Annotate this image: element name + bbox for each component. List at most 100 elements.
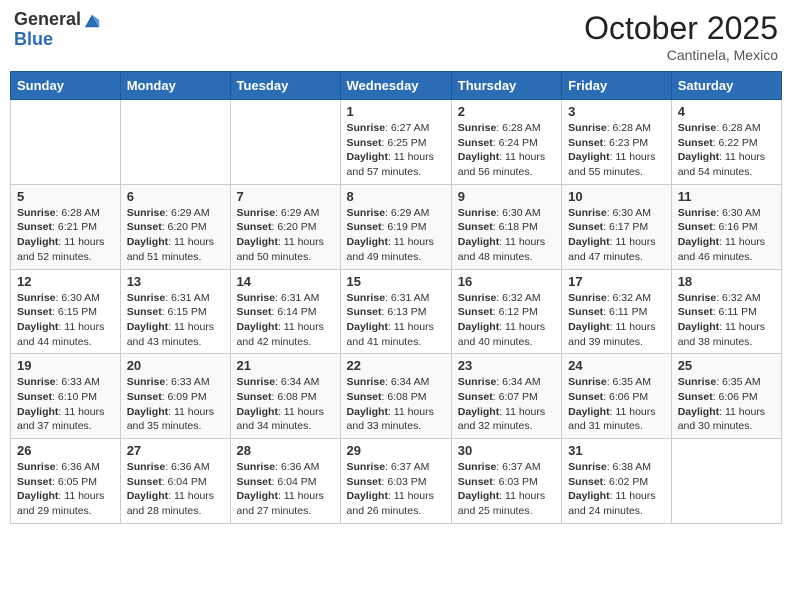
day-number: 3 xyxy=(568,104,665,119)
logo-general-text: General xyxy=(14,10,81,30)
calendar-cell: 14 Sunrise: 6:31 AMSunset: 6:14 PMDayligh… xyxy=(230,269,340,354)
day-number: 1 xyxy=(347,104,445,119)
day-info: Sunrise: 6:31 AMSunset: 6:13 PMDaylight:… xyxy=(347,291,445,350)
day-number: 17 xyxy=(568,274,665,289)
day-info: Sunrise: 6:34 AMSunset: 6:07 PMDaylight:… xyxy=(458,375,555,434)
day-info: Sunrise: 6:29 AMSunset: 6:20 PMDaylight:… xyxy=(127,206,224,265)
calendar-cell: 10 Sunrise: 6:30 AMSunset: 6:17 PMDayligh… xyxy=(562,184,672,269)
calendar-cell: 23 Sunrise: 6:34 AMSunset: 6:07 PMDayligh… xyxy=(451,354,561,439)
day-number: 9 xyxy=(458,189,555,204)
calendar-cell xyxy=(230,100,340,185)
calendar-week-4: 19 Sunrise: 6:33 AMSunset: 6:10 PMDayligh… xyxy=(11,354,782,439)
day-info: Sunrise: 6:37 AMSunset: 6:03 PMDaylight:… xyxy=(347,460,445,519)
calendar-week-1: 1 Sunrise: 6:27 AMSunset: 6:25 PMDaylight… xyxy=(11,100,782,185)
month-title: October 2025 xyxy=(584,10,778,47)
calendar-cell: 20 Sunrise: 6:33 AMSunset: 6:09 PMDayligh… xyxy=(120,354,230,439)
day-info: Sunrise: 6:33 AMSunset: 6:10 PMDaylight:… xyxy=(17,375,114,434)
calendar-cell: 4 Sunrise: 6:28 AMSunset: 6:22 PMDaylight… xyxy=(671,100,781,185)
page-header: General Blue October 2025 Cantinela, Mex… xyxy=(10,10,782,63)
day-info: Sunrise: 6:35 AMSunset: 6:06 PMDaylight:… xyxy=(678,375,775,434)
day-number: 31 xyxy=(568,443,665,458)
column-header-wednesday: Wednesday xyxy=(340,72,451,100)
day-number: 28 xyxy=(237,443,334,458)
day-number: 22 xyxy=(347,358,445,373)
title-block: October 2025 Cantinela, Mexico xyxy=(584,10,778,63)
calendar-cell: 26 Sunrise: 6:36 AMSunset: 6:05 PMDayligh… xyxy=(11,439,121,524)
day-number: 11 xyxy=(678,189,775,204)
day-info: Sunrise: 6:34 AMSunset: 6:08 PMDaylight:… xyxy=(347,375,445,434)
calendar-cell: 30 Sunrise: 6:37 AMSunset: 6:03 PMDayligh… xyxy=(451,439,561,524)
calendar-cell: 9 Sunrise: 6:30 AMSunset: 6:18 PMDaylight… xyxy=(451,184,561,269)
day-number: 20 xyxy=(127,358,224,373)
day-info: Sunrise: 6:27 AMSunset: 6:25 PMDaylight:… xyxy=(347,121,445,180)
calendar-cell: 31 Sunrise: 6:38 AMSunset: 6:02 PMDayligh… xyxy=(562,439,672,524)
day-number: 26 xyxy=(17,443,114,458)
calendar-cell: 8 Sunrise: 6:29 AMSunset: 6:19 PMDaylight… xyxy=(340,184,451,269)
day-info: Sunrise: 6:29 AMSunset: 6:19 PMDaylight:… xyxy=(347,206,445,265)
day-info: Sunrise: 6:30 AMSunset: 6:15 PMDaylight:… xyxy=(17,291,114,350)
day-number: 16 xyxy=(458,274,555,289)
day-number: 21 xyxy=(237,358,334,373)
logo-icon xyxy=(83,11,101,29)
day-info: Sunrise: 6:28 AMSunset: 6:23 PMDaylight:… xyxy=(568,121,665,180)
calendar-header-row: SundayMondayTuesdayWednesdayThursdayFrid… xyxy=(11,72,782,100)
day-number: 7 xyxy=(237,189,334,204)
calendar-cell: 22 Sunrise: 6:34 AMSunset: 6:08 PMDayligh… xyxy=(340,354,451,439)
day-number: 24 xyxy=(568,358,665,373)
calendar-week-2: 5 Sunrise: 6:28 AMSunset: 6:21 PMDaylight… xyxy=(11,184,782,269)
day-number: 18 xyxy=(678,274,775,289)
calendar-cell: 12Sunrise: 6:30 AMSunset: 6:15 PMDayligh… xyxy=(11,269,121,354)
day-info: Sunrise: 6:29 AMSunset: 6:20 PMDaylight:… xyxy=(237,206,334,265)
day-number: 30 xyxy=(458,443,555,458)
day-info: Sunrise: 6:32 AMSunset: 6:11 PMDaylight:… xyxy=(678,291,775,350)
day-info: Sunrise: 6:38 AMSunset: 6:02 PMDaylight:… xyxy=(568,460,665,519)
calendar-table: SundayMondayTuesdayWednesdayThursdayFrid… xyxy=(10,71,782,524)
day-info: Sunrise: 6:34 AMSunset: 6:08 PMDaylight:… xyxy=(237,375,334,434)
day-info: Sunrise: 6:32 AMSunset: 6:12 PMDaylight:… xyxy=(458,291,555,350)
day-number: 25 xyxy=(678,358,775,373)
column-header-thursday: Thursday xyxy=(451,72,561,100)
day-number: 14 xyxy=(237,274,334,289)
day-info: Sunrise: 6:33 AMSunset: 6:09 PMDaylight:… xyxy=(127,375,224,434)
day-info: Sunrise: 6:30 AMSunset: 6:18 PMDaylight:… xyxy=(458,206,555,265)
calendar-cell: 2Sunrise: 6:28 AMSunset: 6:24 PMDaylight… xyxy=(451,100,561,185)
day-number: 23 xyxy=(458,358,555,373)
calendar-week-5: 26 Sunrise: 6:36 AMSunset: 6:05 PMDayligh… xyxy=(11,439,782,524)
logo: General Blue xyxy=(14,10,101,50)
day-info: Sunrise: 6:28 AMSunset: 6:22 PMDaylight:… xyxy=(678,121,775,180)
day-number: 15 xyxy=(347,274,445,289)
day-info: Sunrise: 6:36 AMSunset: 6:05 PMDaylight:… xyxy=(17,460,114,519)
day-info: Sunrise: 6:30 AMSunset: 6:17 PMDaylight:… xyxy=(568,206,665,265)
logo-blue-text: Blue xyxy=(14,30,101,50)
day-number: 10 xyxy=(568,189,665,204)
calendar-cell: 25 Sunrise: 6:35 AMSunset: 6:06 PMDayligh… xyxy=(671,354,781,439)
column-header-tuesday: Tuesday xyxy=(230,72,340,100)
day-info: Sunrise: 6:37 AMSunset: 6:03 PMDaylight:… xyxy=(458,460,555,519)
calendar-cell: 5 Sunrise: 6:28 AMSunset: 6:21 PMDaylight… xyxy=(11,184,121,269)
calendar-cell: 13Sunrise: 6:31 AMSunset: 6:15 PMDayligh… xyxy=(120,269,230,354)
calendar-cell: 16 Sunrise: 6:32 AMSunset: 6:12 PMDayligh… xyxy=(451,269,561,354)
calendar-cell: 1 Sunrise: 6:27 AMSunset: 6:25 PMDaylight… xyxy=(340,100,451,185)
day-info: Sunrise: 6:32 AMSunset: 6:11 PMDaylight:… xyxy=(568,291,665,350)
calendar-cell: 24 Sunrise: 6:35 AMSunset: 6:06 PMDayligh… xyxy=(562,354,672,439)
column-header-friday: Friday xyxy=(562,72,672,100)
day-info: Sunrise: 6:31 AMSunset: 6:14 PMDaylight:… xyxy=(237,291,334,350)
day-info: Sunrise: 6:36 AMSunset: 6:04 PMDaylight:… xyxy=(127,460,224,519)
day-number: 19 xyxy=(17,358,114,373)
calendar-cell xyxy=(671,439,781,524)
calendar-cell: 11Sunrise: 6:30 AMSunset: 6:16 PMDayligh… xyxy=(671,184,781,269)
calendar-cell: 17 Sunrise: 6:32 AMSunset: 6:11 PMDayligh… xyxy=(562,269,672,354)
day-number: 8 xyxy=(347,189,445,204)
day-number: 4 xyxy=(678,104,775,119)
calendar-cell: 29Sunrise: 6:37 AMSunset: 6:03 PMDayligh… xyxy=(340,439,451,524)
calendar-cell: 27 Sunrise: 6:36 AMSunset: 6:04 PMDayligh… xyxy=(120,439,230,524)
day-number: 27 xyxy=(127,443,224,458)
column-header-monday: Monday xyxy=(120,72,230,100)
day-info: Sunrise: 6:28 AMSunset: 6:21 PMDaylight:… xyxy=(17,206,114,265)
calendar-cell: 15 Sunrise: 6:31 AMSunset: 6:13 PMDayligh… xyxy=(340,269,451,354)
day-info: Sunrise: 6:35 AMSunset: 6:06 PMDaylight:… xyxy=(568,375,665,434)
column-header-sunday: Sunday xyxy=(11,72,121,100)
column-header-saturday: Saturday xyxy=(671,72,781,100)
day-number: 6 xyxy=(127,189,224,204)
day-number: 5 xyxy=(17,189,114,204)
